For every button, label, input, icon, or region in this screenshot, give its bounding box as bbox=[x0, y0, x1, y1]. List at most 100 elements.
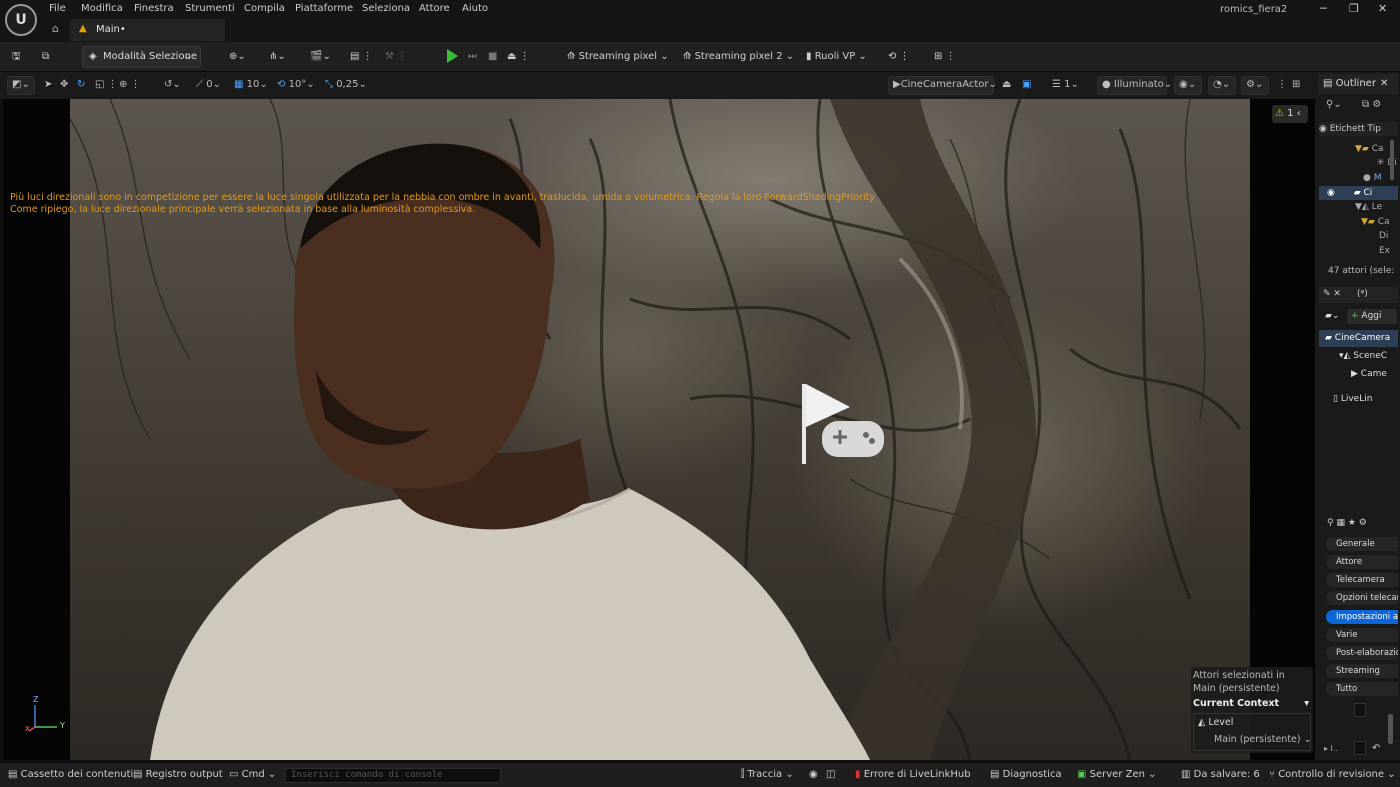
lock-viewport-icon[interactable]: ▣ bbox=[1022, 79, 1031, 90]
blueprint-icon[interactable]: ⋔⌄ bbox=[269, 47, 286, 67]
add-actor-icon[interactable]: ⊕⌄ bbox=[229, 47, 246, 67]
category-post-elaborazione[interactable]: Post-elaborazio bbox=[1326, 646, 1398, 660]
close-tab-icon[interactable]: ✕ bbox=[1380, 74, 1388, 94]
category-attore[interactable]: Attore bbox=[1326, 555, 1398, 569]
outliner-row[interactable]: ● M bbox=[1319, 171, 1398, 185]
unsaved-button[interactable]: ▥ Da salvare: 6 bbox=[1181, 769, 1260, 780]
trace-dropdown[interactable]: ⫿ Traccia ⌄ bbox=[741, 769, 794, 780]
diagnostics-button[interactable]: ▤ Diagnostica bbox=[990, 769, 1062, 780]
browse-icon[interactable]: ⧉ bbox=[42, 47, 49, 67]
category-telecamera[interactable]: Telecamera bbox=[1326, 573, 1398, 587]
level-viewport[interactable]: Più luci direzionali sono in competizion… bbox=[3, 99, 1315, 760]
play-icon[interactable] bbox=[447, 49, 458, 63]
outliner-row-selected[interactable]: ◉ ▰ Ci bbox=[1319, 186, 1398, 200]
angle-snap-button[interactable]: ⟲ 10°⌄ bbox=[277, 79, 315, 90]
component-row-selected[interactable]: ▰ CineCamera bbox=[1319, 330, 1398, 347]
scale-tool-icon[interactable]: ◱ ⋮ bbox=[95, 79, 118, 90]
save-icon[interactable]: 🖫 bbox=[12, 47, 21, 67]
modeling-icon[interactable]: ▤ ⋮ bbox=[350, 47, 373, 67]
outliner-scrollbar[interactable] bbox=[1390, 140, 1394, 180]
details-scrollbar[interactable] bbox=[1388, 714, 1393, 744]
performance-button[interactable]: ◔⌄ bbox=[1208, 76, 1236, 95]
outliner-row[interactable]: ▼▰ Ca bbox=[1319, 215, 1398, 229]
pin-tab-icon[interactable]: (ᵠ) bbox=[1341, 289, 1368, 299]
record-icon[interactable]: ◉ bbox=[809, 769, 818, 780]
streaming-pixel-button[interactable]: ⟰ Streaming pixel ⌄ bbox=[567, 47, 669, 67]
revision-control-button[interactable]: ⑂ Controllo di revisione ⌄ bbox=[1269, 769, 1396, 780]
scale-snap-button[interactable]: ⤡ 0,25⌄ bbox=[325, 79, 367, 90]
streaming-pixel-2-button[interactable]: ⟰ Streaming pixel 2 ⌄ bbox=[683, 47, 794, 67]
blueprint-class-icon[interactable]: ▰⌄ bbox=[1325, 311, 1339, 321]
unreal-logo[interactable]: U bbox=[5, 4, 37, 36]
category-varie[interactable]: Varie bbox=[1326, 628, 1398, 642]
translate-tool-icon[interactable]: ✥ bbox=[60, 79, 68, 90]
reset-icon[interactable]: ↶ bbox=[1372, 743, 1380, 754]
eject-icon[interactable]: ⏏ ⋮ bbox=[507, 47, 530, 67]
surface-snap-icon[interactable]: ↺⌄ bbox=[164, 79, 181, 90]
rotate-tool-icon[interactable]: ↻ bbox=[77, 79, 85, 90]
show-flags-button[interactable]: ◉⌄ bbox=[1174, 76, 1202, 95]
pilot-icon[interactable]: ⏏ bbox=[1002, 79, 1011, 90]
details-tab-icon[interactable]: ✎ ✕ bbox=[1323, 289, 1341, 299]
category-impostazioni-attore[interactable]: Impostazioni att bbox=[1326, 610, 1398, 624]
outliner-settings-icon[interactable]: ⧉ ⚙ bbox=[1362, 99, 1381, 110]
select-tool-icon[interactable]: ➤ bbox=[44, 79, 52, 90]
view-mode-dropdown[interactable]: ● Illuminato⌄ bbox=[1097, 76, 1172, 95]
player-start-gizmo[interactable] bbox=[802, 384, 884, 464]
favorite-icon[interactable]: ★ bbox=[1348, 518, 1359, 528]
outliner-row[interactable]: Di bbox=[1319, 229, 1398, 243]
camera-dropdown[interactable]: ▶CineCameraActor⌄ bbox=[888, 76, 997, 95]
rotate-snap-button[interactable]: ⟋ 0⌄ bbox=[196, 79, 221, 90]
menu-piattaforme[interactable]: Piattaforme bbox=[295, 3, 353, 14]
menu-aiuto[interactable]: Aiuto bbox=[462, 3, 488, 14]
viewport-layout-icon[interactable]: ⊞ bbox=[1292, 79, 1300, 90]
menu-seleziona[interactable]: Seleziona bbox=[362, 3, 410, 14]
settings-button[interactable]: ⚙⌄ bbox=[1241, 76, 1269, 95]
layout-button[interactable]: ☰ 1⌄ bbox=[1052, 79, 1079, 90]
level-value-dropdown[interactable]: Main (persistente) ⌄ bbox=[1214, 734, 1312, 745]
add-component-button[interactable]: + Aggi bbox=[1347, 309, 1397, 324]
category-generale[interactable]: Generale bbox=[1326, 537, 1398, 551]
filter-icon[interactable]: ⚲⌄ bbox=[1326, 99, 1342, 110]
maximize-icon[interactable]: ❐ bbox=[1349, 2, 1359, 15]
property-swatch[interactable] bbox=[1354, 703, 1366, 717]
cmd-dropdown[interactable]: ▭ Cmd ⌄ bbox=[229, 769, 276, 780]
revision-tools-icon[interactable]: ⟲ ⋮ bbox=[888, 47, 910, 67]
viewport-options-button[interactable]: ◩⌄ bbox=[7, 76, 35, 95]
selection-mode-dropdown[interactable]: ◈ Modalità Selezione ⌄ bbox=[82, 46, 201, 68]
warnings-badge[interactable]: ⚠ 1 ‹ bbox=[1272, 105, 1308, 123]
menu-file[interactable]: File bbox=[49, 3, 66, 14]
stop-icon[interactable]: ■ bbox=[488, 47, 497, 67]
menu-finestra[interactable]: Finestra bbox=[134, 3, 174, 14]
outliner-row[interactable]: ▼▰ Ca bbox=[1319, 142, 1398, 156]
console-input[interactable]: Inserisci comando di console bbox=[285, 768, 501, 783]
grid-view-icon[interactable]: ▦ bbox=[1336, 518, 1347, 528]
menu-strumenti[interactable]: Strumenti bbox=[185, 3, 235, 14]
grid-snap-button[interactable]: ▦ 10⌄ bbox=[234, 79, 268, 90]
component-row[interactable]: ▯ LiveLin bbox=[1319, 391, 1398, 408]
details-settings-icon[interactable]: ⚙ bbox=[1359, 518, 1367, 528]
livelink-error-button[interactable]: ▮ Errore di LiveLinkHub bbox=[855, 769, 971, 780]
category-opzioni-telecamera[interactable]: Opzioni telecam bbox=[1326, 591, 1398, 605]
tools-icon[interactable]: ⚒ ⋮ bbox=[385, 47, 407, 67]
category-streaming[interactable]: Streaming bbox=[1326, 664, 1398, 678]
more-options-icon[interactable]: ⋮ bbox=[1277, 79, 1287, 90]
property-swatch[interactable] bbox=[1354, 741, 1366, 755]
menu-modifica[interactable]: Modifica bbox=[81, 3, 123, 14]
menu-compila[interactable]: Compila bbox=[244, 3, 285, 14]
tab-outliner[interactable]: ▤ Outliner ✕ bbox=[1318, 74, 1398, 94]
minimize-icon[interactable]: ─ bbox=[1320, 2, 1327, 15]
close-icon[interactable]: ✕ bbox=[1378, 2, 1387, 15]
world-space-icon[interactable]: ⊕ ⋮ bbox=[119, 79, 141, 90]
content-drawer-button[interactable]: ▤ Cassetto dei contenuti bbox=[8, 769, 133, 780]
step-icon[interactable]: ⏭ bbox=[468, 47, 477, 67]
menu-attore[interactable]: Attore bbox=[419, 3, 450, 14]
tab-main[interactable]: ▲ Main• bbox=[70, 19, 225, 41]
zen-server-button[interactable]: ▣ Server Zen ⌄ bbox=[1077, 769, 1157, 780]
outliner-row[interactable]: Ex bbox=[1319, 244, 1398, 258]
expand-arrow-icon[interactable]: ▸ I.. bbox=[1324, 744, 1338, 753]
outliner-row[interactable]: ▼◭ Le bbox=[1319, 200, 1398, 214]
output-log-button[interactable]: ▤ Registro output bbox=[133, 769, 223, 780]
outliner-row[interactable]: ✳ Di bbox=[1319, 156, 1398, 170]
component-row[interactable]: ▾◭ SceneC bbox=[1319, 348, 1398, 365]
